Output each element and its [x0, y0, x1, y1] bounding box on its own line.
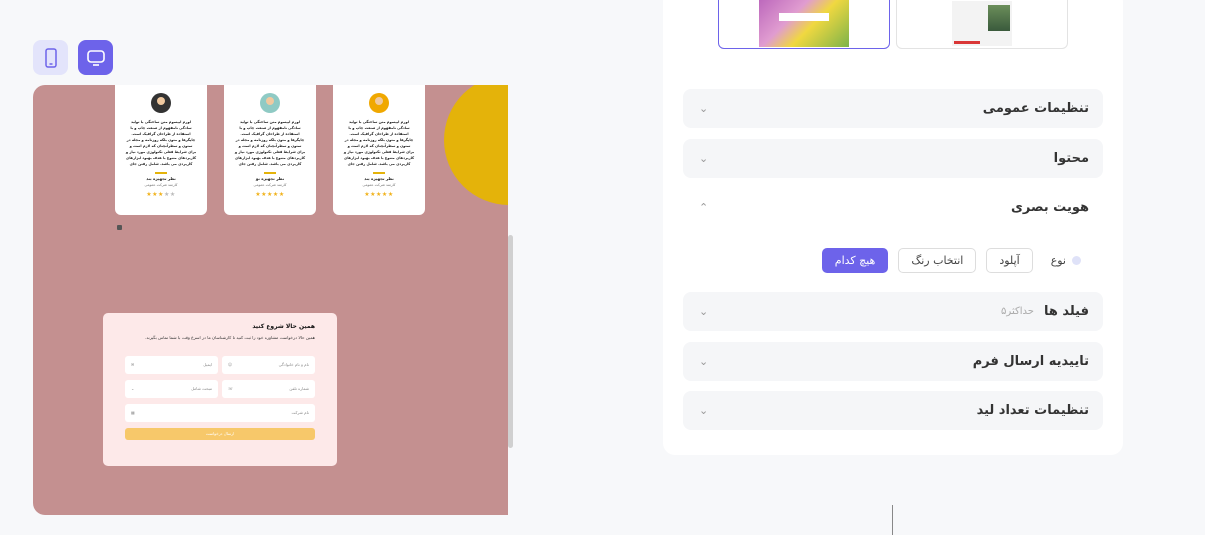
desktop-view-button[interactable]: [78, 40, 113, 75]
field-placeholder: مبحث شامل: [191, 386, 212, 391]
submit-button[interactable]: ارسال درخواست: [125, 428, 315, 440]
chevron-down-icon: ⌄: [699, 102, 709, 115]
testimonial-text: لورم ایپسوم متن ساختگی با تولید سادگی نا…: [125, 120, 197, 166]
testimonial-card: لورم ایپسوم متن ساختگی با تولید سادگی نا…: [115, 85, 207, 215]
avatar: [369, 93, 389, 113]
user-icon: ☺: [228, 362, 233, 367]
section-form-confirmation[interactable]: تاییدیه ارسال فرم ⌄: [683, 342, 1103, 381]
divider: [155, 172, 167, 174]
lead-form: همین حالا شروع کنید همین حالا درخواست مش…: [103, 313, 337, 466]
chevron-down-icon: ⌄: [699, 152, 709, 165]
chevron-down-icon: ⌄: [131, 386, 135, 391]
chevron-up-icon: ⌃: [699, 201, 709, 214]
rating-stars: ★★★★★: [364, 191, 394, 198]
mobile-icon: [44, 47, 57, 68]
testimonial-card: لورم ایپسوم متن ساختگی با تولید سادگی نا…: [224, 85, 316, 215]
testimonial-name: نظر تجهیزه بند: [364, 176, 394, 181]
template-accent-bar: [954, 41, 980, 44]
divider-line: [892, 505, 893, 535]
rating-stars: ★★★★★: [146, 191, 176, 198]
phone-icon: ☏: [228, 386, 234, 391]
testimonial-role: کارمند شرکت عمومی: [362, 183, 396, 187]
avatar: [260, 93, 280, 113]
option-none[interactable]: هیچ کدام: [821, 247, 889, 273]
testimonial-card: لورم ایپسوم متن ساختگی با تولید سادگی نا…: [333, 85, 425, 215]
field-placeholder: نام شرکت: [291, 410, 309, 415]
field-placeholder: ایمیل: [203, 362, 212, 367]
full-name-field[interactable]: نام و نام خانوادگی ☺: [222, 356, 315, 374]
section-title: تاییدیه ارسال فرم: [972, 354, 1089, 369]
mobile-view-button[interactable]: [33, 40, 68, 75]
type-label-text: نوع: [1050, 253, 1066, 267]
phone-field[interactable]: شماره تلفن ☏: [222, 380, 315, 398]
form-description: همین حالا درخواست مشاوره خود را ثبت کنید…: [145, 335, 315, 340]
section-visual-identity[interactable]: هویت بصری ⌃: [683, 188, 1103, 227]
visual-identity-type-row: نوع آپلود انتخاب رنگ هیچ کدام: [683, 247, 1103, 273]
template-thumbnail-selected[interactable]: [718, 0, 890, 49]
section-title: محتوا: [1053, 151, 1089, 166]
testimonial-role: کارمند شرکت عمومی: [253, 183, 287, 187]
form-title: همین حالا شروع کنید: [252, 323, 315, 330]
divider: [264, 172, 276, 174]
mail-icon: ✉: [131, 362, 135, 367]
chevron-down-icon: ⌄: [699, 404, 709, 417]
testimonial-name: نظر تجهیزه نو: [255, 176, 285, 181]
section-lead-count[interactable]: تنظیمات تعداد لید ⌄: [683, 391, 1103, 430]
template-preview-image: [759, 0, 849, 47]
section-title: فیلد ها: [1043, 304, 1089, 319]
testimonial-role: کارمند شرکت عمومی: [144, 183, 178, 187]
type-label: نوع: [1051, 254, 1081, 267]
slider-dot[interactable]: [117, 225, 122, 230]
section-title: تنظیمات عمومی: [982, 101, 1089, 116]
section-fields[interactable]: فیلد ها حداکثر۵ ⌄: [683, 292, 1103, 331]
section-general-settings[interactable]: تنظیمات عمومی ⌄: [683, 89, 1103, 128]
email-field[interactable]: ایمیل ✉: [125, 356, 218, 374]
field-placeholder: شماره تلفن: [289, 386, 309, 391]
landing-preview: لورم ایپسوم متن ساختگی با تولید سادگی نا…: [33, 85, 508, 515]
settings-panel: تنظیمات عمومی ⌄ محتوا ⌄ هویت بصری ⌃ نوع …: [663, 0, 1123, 455]
subject-select[interactable]: مبحث شامل ⌄: [125, 380, 218, 398]
company-field[interactable]: نام شرکت ▦: [125, 404, 315, 422]
section-heading: فیلد ها حداکثر۵: [1001, 304, 1089, 319]
option-pick-color[interactable]: انتخاب رنگ: [898, 247, 977, 273]
chevron-down-icon: ⌄: [699, 305, 709, 318]
radio-icon: [1072, 255, 1081, 265]
divider: [373, 172, 385, 174]
testimonial-text: لورم ایپسوم متن ساختگی با تولید سادگی نا…: [343, 120, 415, 166]
section-content[interactable]: محتوا ⌄: [683, 139, 1103, 178]
section-hint: حداکثر۵: [1001, 306, 1034, 317]
chevron-down-icon: ⌄: [699, 355, 709, 368]
rating-stars: ★★★★★: [255, 191, 285, 198]
field-placeholder: نام و نام خانوادگی: [278, 362, 309, 367]
section-title: تنظیمات تعداد لید: [976, 403, 1089, 418]
template-preview-image: [952, 1, 1012, 46]
testimonial-text: لورم ایپسوم متن ساختگی با تولید سادگی نا…: [234, 120, 306, 166]
building-icon: ▦: [131, 410, 135, 415]
section-title: هویت بصری: [1010, 200, 1089, 215]
option-upload[interactable]: آپلود: [986, 247, 1033, 273]
preview-scrollbar[interactable]: [508, 235, 513, 448]
decorative-circle: [444, 85, 508, 205]
avatar: [151, 93, 171, 113]
testimonial-name: نظر تجهیزه بند: [146, 176, 176, 181]
desktop-icon: [86, 49, 105, 66]
template-thumbnail[interactable]: [896, 0, 1068, 49]
